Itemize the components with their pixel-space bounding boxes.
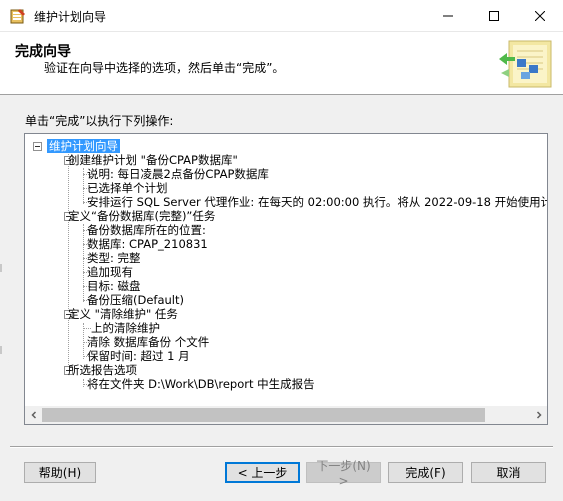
next-button[interactable]: 下一步(N) > [306, 459, 381, 488]
maximize-icon [489, 11, 499, 21]
help-button[interactable]: 帮助(H) [24, 462, 96, 483]
tree-node[interactable]: 将在文件夹 D:\Work\DB\report 中生成报告 [87, 377, 315, 391]
back-button[interactable]: < 上一步 [225, 462, 300, 483]
tree-node[interactable]: 目标: 磁盘 [87, 279, 141, 293]
summary-tree[interactable]: 维护计划向导 创建维护计划 "备份CPAP数据库" 说明: 每日凌晨2点备份CP… [24, 133, 548, 425]
scroll-right-button[interactable] [530, 406, 547, 424]
minimize-button[interactable] [425, 0, 471, 32]
footer-separator [10, 446, 553, 448]
tree-guide-line [68, 154, 69, 371]
close-icon [535, 11, 545, 21]
tree-node[interactable]: 保留时间: 超过 1 月 [87, 349, 190, 363]
scrollbar-thumb[interactable] [42, 408, 485, 422]
wizard-app-icon [10, 8, 26, 24]
maximize-button[interactable] [471, 0, 517, 32]
wizard-graphic-icon [495, 39, 555, 91]
header-title: 完成向导 [15, 44, 71, 60]
tree-node[interactable]: 所选报告选项 [68, 363, 137, 377]
tree-node-root[interactable]: 维护计划向导 [47, 139, 120, 153]
tree-node[interactable]: 定义“备份数据库(完整)”任务 [68, 209, 215, 223]
tree-node[interactable]: 定义 "清除维护" 任务 [68, 307, 178, 321]
collapse-minus-icon[interactable] [33, 142, 42, 151]
finish-button[interactable]: 完成(F) [388, 462, 463, 483]
tree-node[interactable]: 数据库: CPAP_210831 [87, 237, 208, 251]
tree-node[interactable]: 类型: 完整 [87, 251, 141, 265]
instruction-text: 单击“完成”以执行下列操作: [25, 114, 174, 128]
title-bar: 维护计划向导 [0, 0, 563, 32]
tree-node[interactable]: 上的清除维护 [91, 321, 160, 335]
header-subtitle: 验证在向导中选择的选项，然后单击“完成”。 [44, 61, 285, 75]
tree-node[interactable]: 追加现有 [87, 265, 133, 279]
chevron-left-icon [30, 411, 36, 419]
minimize-icon [443, 15, 453, 17]
tree-node[interactable]: 清除 数据库备份 个文件 [87, 335, 209, 349]
wizard-header: 完成向导 验证在向导中选择的选项，然后单击“完成”。 [0, 32, 563, 95]
horizontal-scrollbar[interactable] [25, 406, 547, 424]
tree-node[interactable]: 创建维护计划 "备份CPAP数据库" [68, 153, 238, 167]
tree-node[interactable]: 备份压缩(Default) [87, 293, 184, 307]
tree-node[interactable]: 安排运行 SQL Server 代理作业: 在每天的 02:00:00 执行。将… [87, 195, 547, 209]
chevron-right-icon [536, 411, 542, 419]
tree-node[interactable]: 已选择单个计划 [87, 181, 168, 195]
tree-guide-line [83, 224, 84, 302]
close-button[interactable] [517, 0, 563, 32]
cancel-button[interactable]: 取消 [471, 462, 546, 483]
left-edge-mark [0, 264, 2, 272]
window-title: 维护计划向导 [34, 10, 107, 24]
scroll-left-button[interactable] [25, 406, 42, 424]
tree-content: 维护计划向导 创建维护计划 "备份CPAP数据库" 说明: 每日凌晨2点备份CP… [25, 134, 547, 406]
tree-node[interactable]: 说明: 每日凌晨2点备份CPAP数据库 [87, 167, 269, 181]
left-edge-mark [0, 346, 2, 354]
tree-guide-line [83, 379, 84, 387]
tree-node[interactable]: 备份数据库所在的位置: [87, 223, 206, 237]
tree-guide-line [83, 328, 91, 329]
